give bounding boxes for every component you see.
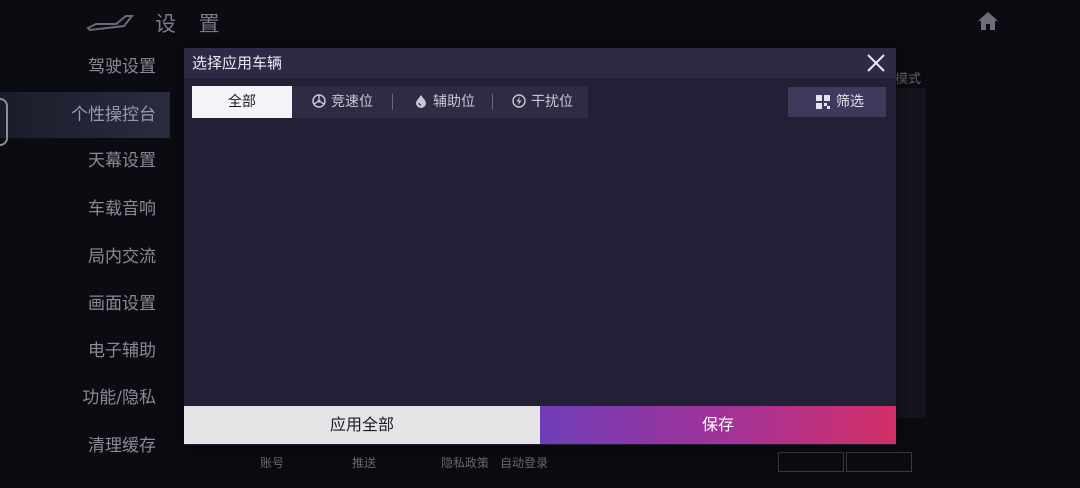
tab-all[interactable]: 全部 [192,86,292,118]
wheel-icon [312,94,326,108]
bg-mini-button-2 [846,452,912,472]
mode-hint: 模式 [895,72,922,87]
tab-interfere[interactable]: 干扰位 [512,86,573,118]
select-vehicle-dialog: 选择应用车辆 全部 竞速位 辅助位 干扰位 筛选 应用全部 保存 [184,48,896,445]
tab-interfere-label: 干扰位 [531,94,573,110]
sidebar-item-audio[interactable]: 车载音响 [0,186,170,232]
close-icon[interactable] [864,51,888,75]
tab-racing-label: 竞速位 [331,94,373,110]
auto-login-label[interactable]: 自动登录 [500,454,548,471]
apply-all-button[interactable]: 应用全部 [184,406,540,444]
sidebar-item-console[interactable]: 个性操控台 [0,92,170,138]
privacy-policy-label[interactable]: 隐私政策 [441,454,489,471]
tab-racing[interactable]: 竞速位 [312,86,373,118]
bg-mini-button-1 [778,452,844,472]
page-title: 设 置 [155,12,228,36]
bolt-icon [512,94,526,108]
filter-button[interactable]: 筛选 [788,87,886,117]
filter-label: 筛选 [836,94,864,110]
sidebar-item-assist[interactable]: 电子辅助 [0,328,170,374]
save-button[interactable]: 保存 [540,406,896,444]
bottom-options: 账号 推送 隐私政策 自动登录 [0,446,1080,488]
grid-filter-icon [816,95,830,109]
sidebar-item-chat[interactable]: 局内交流 [0,234,170,280]
sidebar-item-display[interactable]: 画面设置 [0,281,170,327]
drop-icon [416,95,426,108]
brand-logo-icon [86,15,135,32]
settings-sidebar: 驾驶设置 个性操控台 天幕设置 车载音响 局内交流 画面设置 电子辅助 功能/隐… [0,44,170,488]
push-label[interactable]: 推送 [352,454,376,471]
vehicle-category-tabs: 全部 竞速位 辅助位 干扰位 [192,86,588,118]
tab-divider [492,94,493,110]
sidebar-item-sunroof[interactable]: 天幕设置 [0,138,170,184]
dialog-header: 选择应用车辆 [184,48,896,78]
tab-assist[interactable]: 辅助位 [414,86,475,118]
tab-all-label: 全部 [228,94,256,110]
tab-assist-label: 辅助位 [433,94,475,110]
top-bar: 设 置 [0,0,1080,46]
account-label[interactable]: 账号 [260,454,284,471]
sidebar-item-privacy[interactable]: 功能/隐私 [0,375,170,421]
sidebar-item-driving[interactable]: 驾驶设置 [0,44,170,90]
sidebar-active-indicator [0,98,8,146]
home-icon[interactable] [976,10,1000,32]
tab-divider [392,94,393,110]
dialog-title: 选择应用车辆 [192,54,283,72]
right-preview-panel [896,88,926,418]
